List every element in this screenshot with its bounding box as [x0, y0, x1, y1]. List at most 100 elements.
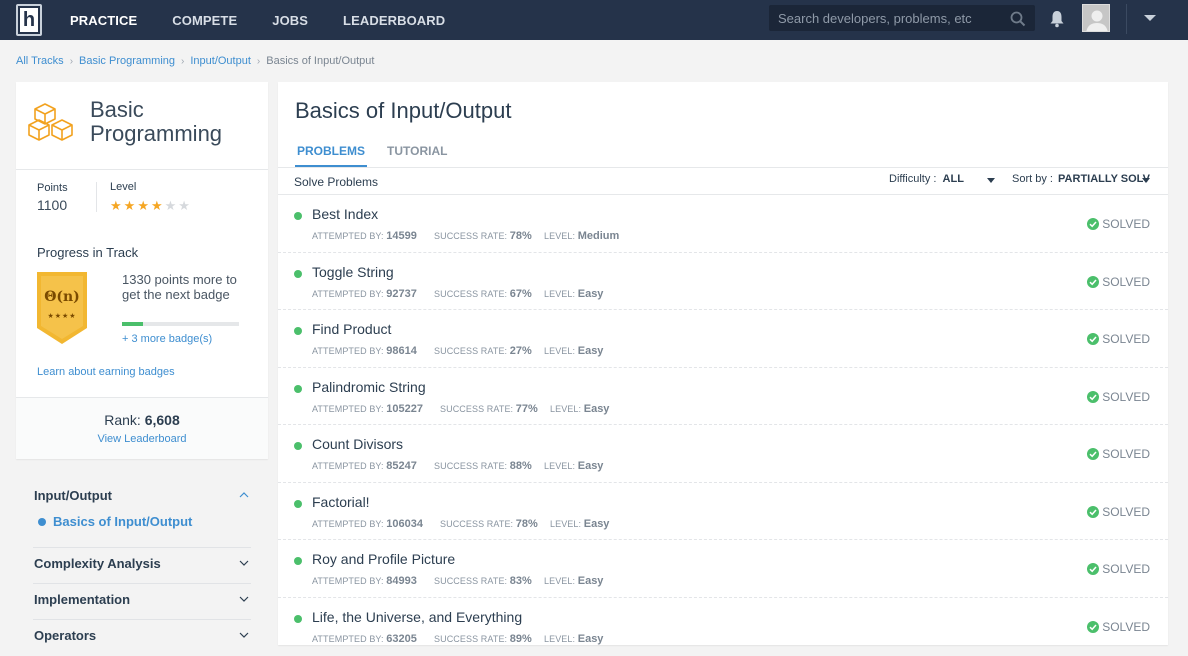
level-value: Easy	[583, 517, 610, 530]
hackerearth-logo[interactable]: h	[16, 4, 42, 36]
search-input[interactable]	[770, 6, 1034, 30]
nav-compete[interactable]: COMPETE	[172, 13, 237, 28]
chevron-down-icon[interactable]	[239, 631, 249, 639]
avatar[interactable]	[1082, 4, 1110, 32]
breadcrumb-basic-programming[interactable]: Basic Programming	[79, 55, 175, 67]
difficulty-caret-icon[interactable]	[987, 178, 995, 183]
logo-letter: h	[20, 8, 38, 32]
solved-status: SOLVED	[1087, 390, 1150, 404]
sort-caret-icon[interactable]	[1142, 178, 1150, 183]
nav-jobs[interactable]: JOBS	[272, 13, 308, 28]
tab-problems[interactable]: PROBLEMS	[295, 142, 368, 167]
check-circle-icon	[1087, 448, 1100, 460]
nav-leaderboard[interactable]: LEADERBOARD	[343, 13, 445, 28]
success-value: 67%	[509, 287, 532, 300]
attempted-label: ATTEMPTED BY:	[312, 288, 384, 299]
badge-progress-fill	[122, 322, 144, 326]
badge-progress-text: 1330 points more to get the next badge	[122, 272, 237, 302]
solved-dot	[294, 442, 302, 450]
success-value: 88%	[509, 460, 532, 472]
level-label: LEVEL:	[550, 518, 582, 529]
solved-status: SOLVED	[1087, 275, 1150, 289]
chevron-down-icon[interactable]	[239, 595, 249, 603]
subtopic-basics-io[interactable]: Basics of Input/Output	[38, 514, 192, 529]
topic-label: Operators	[34, 628, 97, 643]
problem-row[interactable]: Find Product ATTEMPTED BY: 98614 SUCCESS…	[278, 310, 1168, 368]
status-text: SOLVED	[1102, 389, 1150, 404]
problem-row[interactable]: Count Divisors ATTEMPTED BY: 85247 SUCCE…	[278, 425, 1168, 483]
chevron-up-icon[interactable]	[239, 491, 249, 499]
topic-complexity-analysis[interactable]: Complexity Analysis	[33, 548, 251, 584]
difficulty-value: ALL	[942, 173, 964, 185]
problem-name[interactable]: Life, the Universe, and Everything	[312, 609, 522, 625]
chevron-down-icon[interactable]	[1143, 13, 1157, 23]
success-rate: SUCCESS RATE: 78%	[434, 230, 532, 242]
success-label: SUCCESS RATE:	[434, 231, 508, 241]
check-circle-icon	[1087, 218, 1100, 230]
cubes-icon	[28, 103, 73, 141]
success-rate: SUCCESS RATE: 88%	[434, 460, 532, 472]
success-value: 89%	[509, 632, 532, 645]
track-title: Basic Programming	[90, 97, 223, 146]
main-panel: Basics of Input/Output PROBLEMS TUTORIAL…	[278, 82, 1168, 645]
breadcrumb-current: Basics of Input/Output	[266, 55, 375, 67]
success-rate: SUCCESS RATE: 89%	[434, 633, 532, 645]
check-circle-icon	[1087, 333, 1100, 345]
problem-row[interactable]: Best Index ATTEMPTED BY: 14599 SUCCESS R…	[278, 195, 1168, 253]
difficulty-filter[interactable]: Difficulty : ALL	[889, 173, 964, 185]
success-value: 77%	[515, 402, 538, 415]
bell-icon[interactable]	[1049, 10, 1065, 28]
topic-input-output[interactable]: Input/Output Basics of Input/Output	[33, 480, 251, 548]
tabs: PROBLEMS TUTORIAL	[295, 142, 467, 167]
topic-label: Complexity Analysis	[34, 556, 161, 571]
rank: Rank: 6,608	[16, 412, 268, 428]
solved-status: SOLVED	[1087, 505, 1150, 519]
view-leaderboard-link[interactable]: View Leaderboard	[16, 433, 268, 445]
problem-name[interactable]: Count Divisors	[312, 436, 403, 452]
topic-operators[interactable]: Operators	[33, 620, 251, 656]
sort-value: PARTIALLY SOLVED	[1058, 173, 1150, 185]
topic-implementation[interactable]: Implementation	[33, 584, 251, 620]
active-dot	[38, 517, 46, 526]
learn-badges-link[interactable]: Learn about earning badges	[37, 366, 175, 378]
tab-tutorial[interactable]: TUTORIAL	[385, 142, 449, 167]
solved-dot	[294, 212, 302, 220]
badge-stars: ★★★★	[47, 313, 77, 320]
problem-row[interactable]: Palindromic String ATTEMPTED BY: 105227 …	[278, 368, 1168, 425]
solved-dot	[294, 614, 302, 623]
problem-row[interactable]: Factorial! ATTEMPTED BY: 106034 SUCCESS …	[278, 483, 1168, 540]
level-stars: ★★★★★★	[110, 198, 192, 214]
solved-dot	[294, 557, 302, 565]
breadcrumb-all-tracks[interactable]: All Tracks	[16, 55, 64, 67]
problem-row[interactable]: Toggle String ATTEMPTED BY: 92737 SUCCES…	[278, 253, 1168, 310]
solved-dot	[294, 327, 302, 335]
success-rate: SUCCESS RATE: 27%	[434, 345, 532, 357]
sort-label: Sort by :	[1012, 173, 1053, 185]
badge-progress-bar	[122, 322, 239, 326]
solved-status: SOLVED	[1087, 332, 1150, 346]
sort-dropdown[interactable]: Sort by : PARTIALLY SOLVED	[1012, 173, 1150, 185]
level-value: Easy	[577, 632, 604, 645]
problem-row[interactable]: Roy and Profile Picture ATTEMPTED BY: 84…	[278, 540, 1168, 598]
attempted-by: ATTEMPTED BY: 14599	[312, 230, 417, 242]
problem-name[interactable]: Best Index	[312, 206, 378, 222]
problem-name[interactable]: Toggle String	[312, 264, 394, 280]
problem-name[interactable]: Roy and Profile Picture	[312, 551, 455, 567]
problem-name[interactable]: Palindromic String	[312, 379, 426, 395]
attempted-label: ATTEMPTED BY:	[312, 576, 384, 586]
breadcrumb-input-output[interactable]: Input/Output	[190, 55, 251, 67]
search-icon[interactable]	[1010, 11, 1026, 27]
attempted-value: 63205	[386, 632, 417, 645]
chevron-down-icon[interactable]	[239, 559, 249, 567]
attempted-value: 98614	[386, 345, 417, 357]
level-value: Medium	[577, 230, 620, 242]
more-badges-link[interactable]: + 3 more badge(s)	[122, 333, 212, 345]
level-label: LEVEL:	[544, 346, 576, 356]
rank-value: 6,608	[144, 412, 180, 428]
problem-name[interactable]: Factorial!	[312, 494, 370, 510]
problem-name[interactable]: Find Product	[312, 321, 391, 337]
attempted-by: ATTEMPTED BY: 63205	[312, 633, 417, 645]
nav-practice[interactable]: PRACTICE	[70, 13, 137, 28]
level: LEVEL: Easy	[550, 518, 609, 530]
problem-row[interactable]: Life, the Universe, and Everything ATTEM…	[278, 598, 1168, 646]
